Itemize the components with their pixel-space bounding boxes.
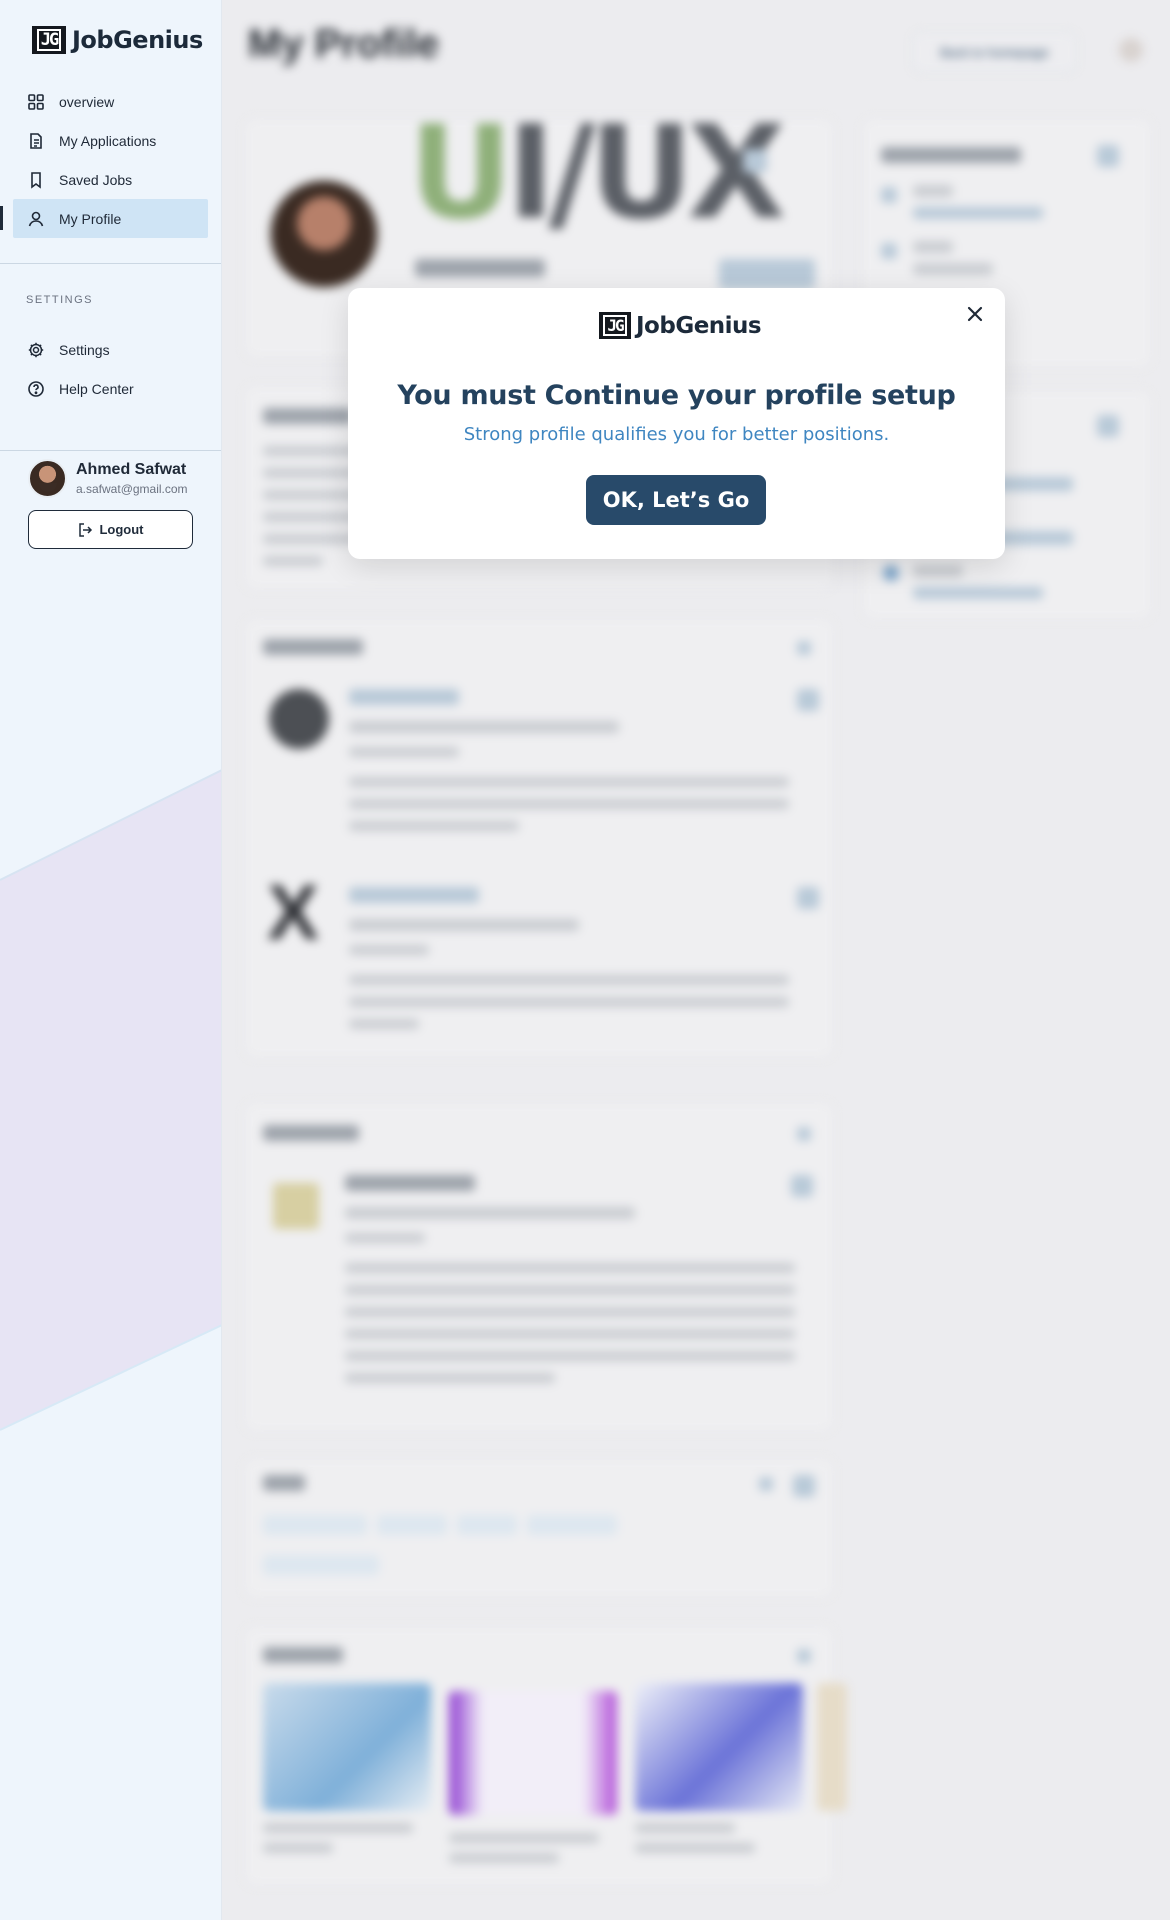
brand-name: JobGenius [72, 26, 203, 54]
document-icon [30, 132, 42, 149]
nav-item-label: Help Center [59, 380, 134, 397]
profile-banner: UI/UX [409, 99, 786, 248]
portfolios-card [244, 1626, 847, 1886]
modal-title: You must Continue your profile setup [397, 380, 956, 411]
user-icon [28, 211, 44, 226]
active-indicator [0, 206, 3, 230]
back-to-homepage-button[interactable]: Back to homepage [912, 32, 1077, 72]
sidebar-divider [0, 263, 221, 264]
nav-item-label: overview [59, 93, 115, 110]
nav-item-label: Settings [59, 341, 110, 358]
modal-brand-logo: JG JobGenius [599, 312, 762, 339]
nav-item-settings[interactable]: Settings [13, 330, 208, 369]
settings-section-label: SETTINGS [26, 294, 94, 306]
skills-card [244, 1458, 834, 1598]
profile-avatar [267, 177, 381, 291]
gear-icon [28, 342, 44, 357]
brand-mark-icon: JG [32, 26, 66, 54]
nav-item-my-profile[interactable]: My Profile [13, 199, 208, 238]
sidebar-decoration [0, 769, 221, 1431]
nav-item-my-applications[interactable]: My Applications [13, 121, 208, 160]
nav-item-label: My Profile [59, 210, 122, 227]
edit-icon[interactable] [743, 149, 767, 173]
page-title: My Profile [248, 22, 440, 66]
profile-setup-modal: JG JobGenius You must Continue your prof… [348, 288, 1005, 559]
user-email: a.safwat@gmail.com [76, 482, 188, 496]
brand-name: JobGenius [636, 312, 762, 339]
main-nav: overview My Applications Saved Jobs My P… [13, 82, 208, 238]
avatar [28, 459, 67, 498]
user-name: Ahmed Safwat [76, 461, 187, 478]
experiences-card: X [244, 618, 834, 1058]
bookmark-icon [31, 171, 41, 189]
nav-item-label: Saved Jobs [59, 171, 133, 188]
nav-item-label: My Applications [59, 132, 157, 149]
grid-icon [28, 93, 44, 110]
brand-logo[interactable]: JG JobGenius [32, 26, 203, 54]
nav-item-overview[interactable]: overview [13, 82, 208, 121]
help-circle-icon [28, 380, 44, 397]
sidebar: JG JobGenius overview My Applications Sa… [0, 0, 222, 1920]
edit-profile-button[interactable] [719, 259, 815, 289]
profile-name-placeholder [415, 259, 545, 277]
close-button[interactable] [963, 302, 987, 326]
modal-subtitle: Strong profile qualifies you for better … [463, 424, 890, 445]
ok-lets-go-button[interactable]: OK, Let’s Go [586, 475, 766, 525]
nav-item-help-center[interactable]: Help Center [13, 369, 208, 408]
settings-nav: Settings Help Center [13, 330, 208, 408]
logout-button[interactable]: Logout [28, 510, 193, 549]
nav-item-saved-jobs[interactable]: Saved Jobs [13, 160, 208, 199]
logout-label: Logout [99, 522, 144, 537]
sidebar-divider [0, 450, 221, 451]
educations-card [244, 1102, 834, 1432]
brand-mark-icon: JG [599, 312, 631, 339]
close-icon [967, 306, 983, 322]
notification-icon[interactable] [1119, 38, 1143, 62]
user-card: Ahmed Safwat a.safwat@gmail.com [28, 459, 188, 498]
logout-icon [79, 522, 93, 537]
